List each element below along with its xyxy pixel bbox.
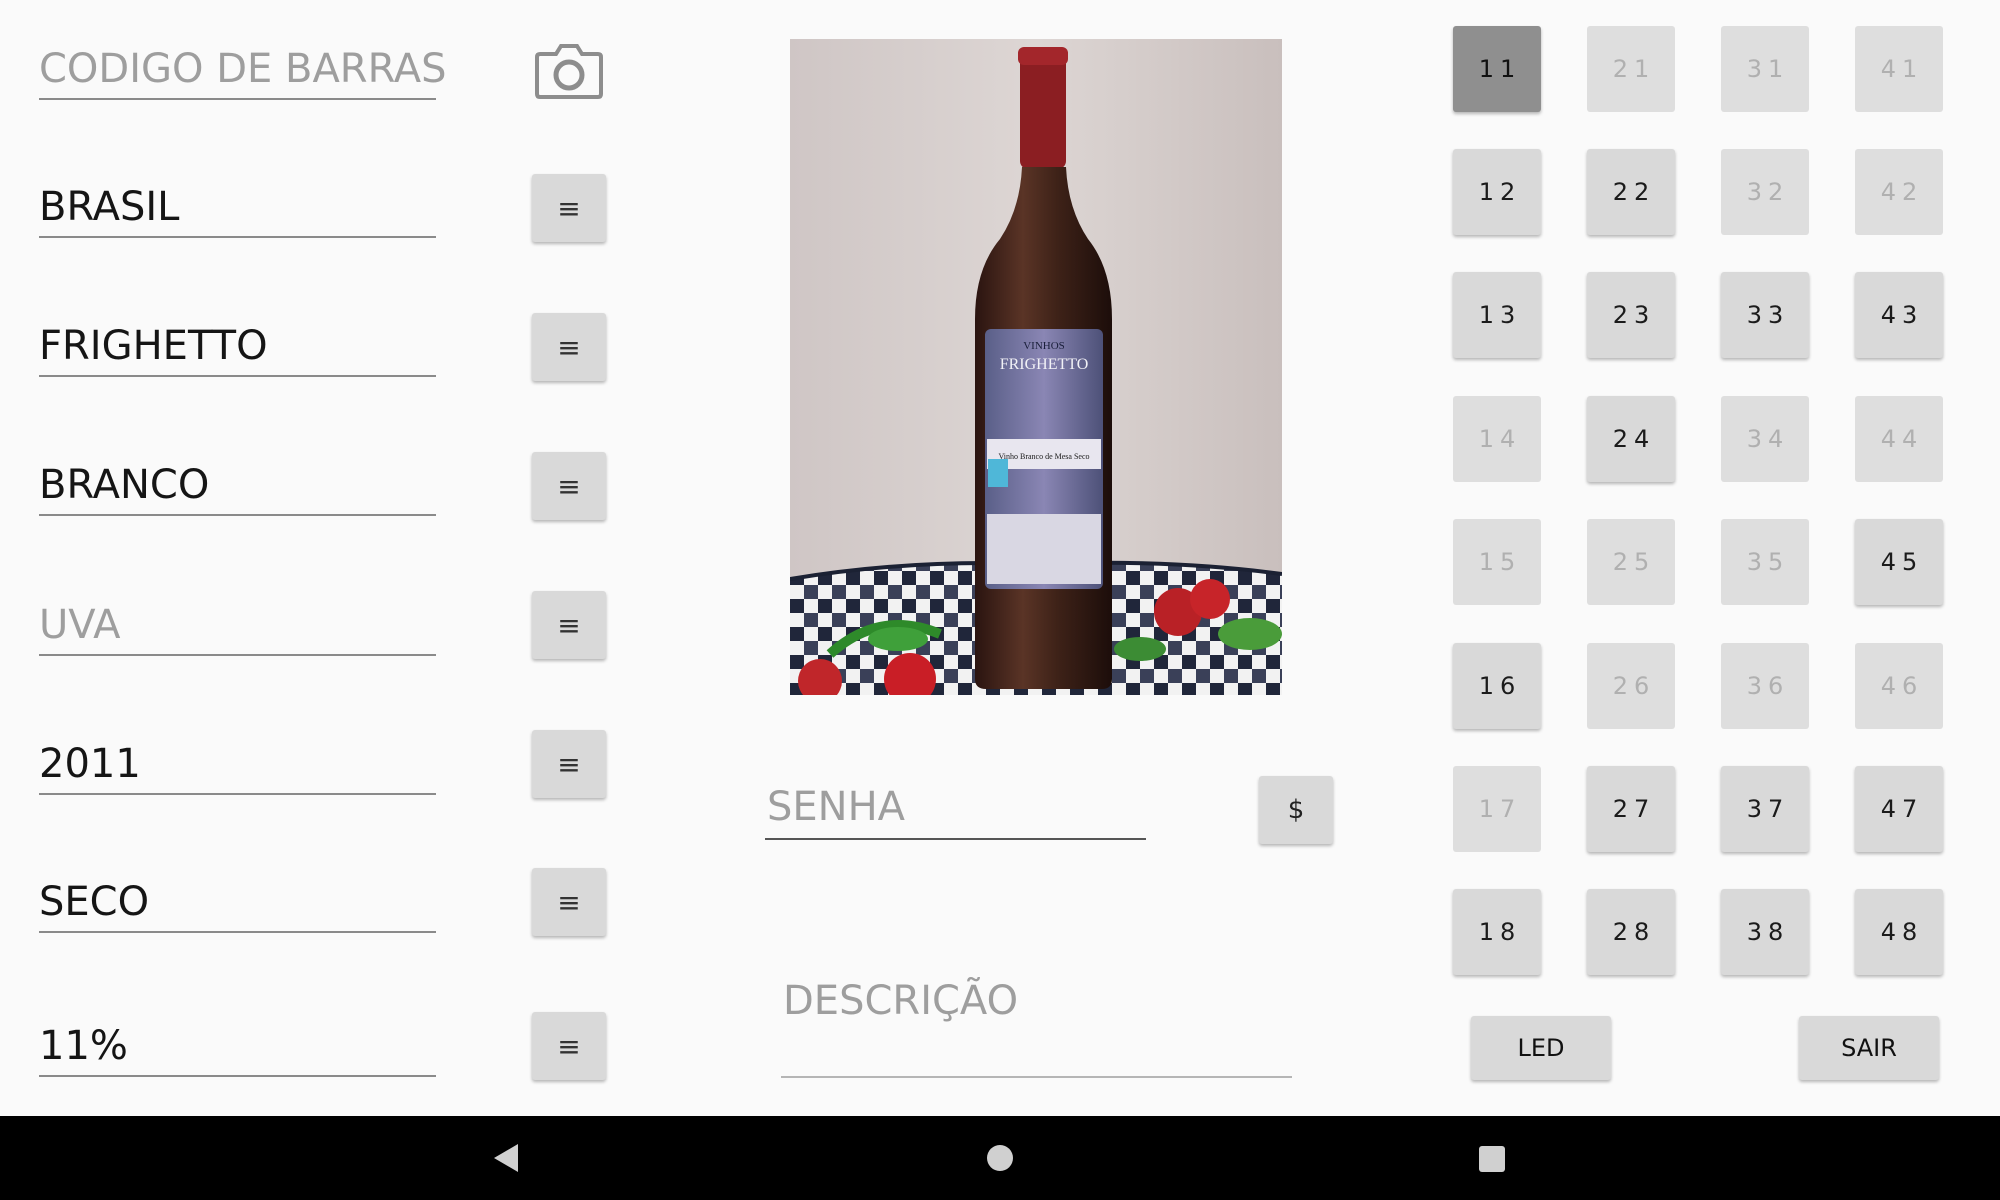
recents-icon[interactable] bbox=[1479, 1146, 1505, 1172]
teor-field[interactable]: 11% bbox=[39, 1007, 436, 1077]
slot-button-48[interactable]: 48 bbox=[1855, 889, 1943, 975]
senha-field[interactable]: SENHA bbox=[765, 770, 1146, 840]
slot-button-46[interactable]: 46 bbox=[1855, 643, 1943, 729]
uva-menu-button[interactable]: ≡ bbox=[532, 591, 606, 659]
senha-hint: SENHA bbox=[767, 784, 906, 830]
slot-button-43[interactable]: 43 bbox=[1855, 272, 1943, 358]
label-line1: VINHOS bbox=[1023, 340, 1065, 352]
wine-photo: VINHOS FRIGHETTO Vinho Branco de Mesa Se… bbox=[790, 39, 1282, 695]
teor-menu-button[interactable]: ≡ bbox=[532, 1012, 606, 1080]
back-icon[interactable] bbox=[490, 1142, 520, 1174]
slot-button-11[interactable]: 11 bbox=[1453, 26, 1541, 112]
marca-field[interactable]: FRIGHETTO bbox=[39, 307, 436, 377]
slot-button-16[interactable]: 16 bbox=[1453, 643, 1541, 729]
slot-button-37[interactable]: 37 bbox=[1721, 766, 1809, 852]
slot-button-33[interactable]: 33 bbox=[1721, 272, 1809, 358]
slot-button-18[interactable]: 18 bbox=[1453, 889, 1541, 975]
slot-button-44[interactable]: 44 bbox=[1855, 396, 1943, 482]
slot-button-28[interactable]: 28 bbox=[1587, 889, 1675, 975]
barcode-hint: CODIGO DE BARRAS bbox=[39, 46, 447, 92]
slot-button-17[interactable]: 17 bbox=[1453, 766, 1541, 852]
label-line3: Vinho Branco de Mesa Seco bbox=[998, 452, 1089, 461]
slot-button-45[interactable]: 45 bbox=[1855, 519, 1943, 605]
slot-button-27[interactable]: 27 bbox=[1587, 766, 1675, 852]
tipo-value: BRANCO bbox=[39, 462, 210, 508]
marca-menu-button[interactable]: ≡ bbox=[532, 313, 606, 381]
slot-button-15[interactable]: 15 bbox=[1453, 519, 1541, 605]
dollar-button[interactable]: $ bbox=[1259, 776, 1333, 844]
teor-value: 11% bbox=[39, 1023, 128, 1069]
marca-value: FRIGHETTO bbox=[39, 323, 268, 369]
slot-button-47[interactable]: 47 bbox=[1855, 766, 1943, 852]
slot-button-35[interactable]: 35 bbox=[1721, 519, 1809, 605]
slot-button-31[interactable]: 31 bbox=[1721, 26, 1809, 112]
slot-button-42[interactable]: 42 bbox=[1855, 149, 1943, 235]
slot-button-13[interactable]: 13 bbox=[1453, 272, 1541, 358]
pais-field[interactable]: BRASIL bbox=[39, 168, 436, 238]
uva-field[interactable]: UVA bbox=[39, 586, 436, 656]
sabor-field[interactable]: SECO bbox=[39, 863, 436, 933]
slot-button-22[interactable]: 22 bbox=[1587, 149, 1675, 235]
barcode-field[interactable]: CODIGO DE BARRAS bbox=[39, 30, 447, 100]
tipo-menu-button[interactable]: ≡ bbox=[532, 452, 606, 520]
uva-value: UVA bbox=[39, 602, 121, 648]
slot-button-14[interactable]: 14 bbox=[1453, 396, 1541, 482]
home-icon[interactable] bbox=[987, 1145, 1013, 1171]
descricao-hint: DESCRIÇÃO bbox=[783, 978, 1019, 1024]
pais-menu-button[interactable]: ≡ bbox=[532, 174, 606, 242]
sabor-value: SECO bbox=[39, 879, 150, 925]
led-button[interactable]: LED bbox=[1471, 1016, 1611, 1080]
sabor-menu-button[interactable]: ≡ bbox=[532, 868, 606, 936]
tipo-field[interactable]: BRANCO bbox=[39, 446, 436, 516]
label-line2: FRIGHETTO bbox=[1000, 356, 1089, 373]
slot-button-24[interactable]: 24 bbox=[1587, 396, 1675, 482]
slot-button-26[interactable]: 26 bbox=[1587, 643, 1675, 729]
descricao-field[interactable]: DESCRIÇÃO bbox=[781, 960, 1292, 1078]
slot-button-21[interactable]: 21 bbox=[1587, 26, 1675, 112]
slot-button-12[interactable]: 12 bbox=[1453, 149, 1541, 235]
slot-button-23[interactable]: 23 bbox=[1587, 272, 1675, 358]
safra-menu-button[interactable]: ≡ bbox=[532, 730, 606, 798]
safra-value: 2011 bbox=[39, 741, 141, 787]
slot-button-32[interactable]: 32 bbox=[1721, 149, 1809, 235]
camera-icon[interactable] bbox=[534, 40, 604, 100]
pais-value: BRASIL bbox=[39, 184, 180, 230]
safra-field[interactable]: 2011 bbox=[39, 725, 436, 795]
slot-button-34[interactable]: 34 bbox=[1721, 396, 1809, 482]
slot-button-36[interactable]: 36 bbox=[1721, 643, 1809, 729]
slot-button-25[interactable]: 25 bbox=[1587, 519, 1675, 605]
slot-button-41[interactable]: 41 bbox=[1855, 26, 1943, 112]
sair-button[interactable]: SAIR bbox=[1799, 1016, 1939, 1080]
slot-button-38[interactable]: 38 bbox=[1721, 889, 1809, 975]
